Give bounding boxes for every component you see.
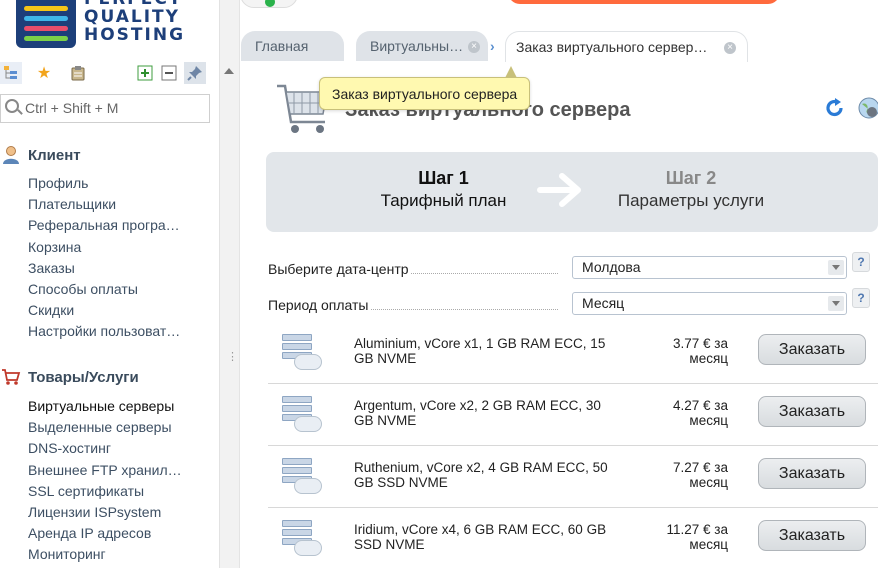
plan-row: Argentum, vCore x2, 2 GB RAM ECC, 30 GB … (268, 384, 878, 446)
status-toggle[interactable] (240, 0, 298, 8)
step-2[interactable]: Шаг 2 Параметры услуги (606, 168, 776, 211)
sidebar-item-vps[interactable]: Виртуальные серверы (28, 396, 213, 417)
plan-row: Ruthenium, vCore x2, 4 GB RAM ECC, 50 GB… (268, 446, 878, 508)
tab-home-label: Главная (255, 38, 309, 54)
sidebar-item-profile[interactable]: Профиль (28, 173, 213, 194)
order-button[interactable]: Заказать (758, 334, 866, 365)
step-2-number: Шаг 2 (665, 168, 717, 188)
search-box[interactable] (0, 94, 210, 123)
period-label: Период оплаты (268, 297, 371, 313)
period-row: Период оплаты Месяц ? (268, 288, 878, 318)
globe-icon[interactable] (857, 96, 878, 120)
sidebar-splitter[interactable]: ⋮ (220, 0, 240, 568)
sidebar-item-payment-methods[interactable]: Способы оплаты (28, 279, 213, 300)
section-goods[interactable]: Товары/Услуги (0, 367, 139, 387)
status-dot-icon (265, 0, 275, 7)
order-button[interactable]: Заказать (758, 396, 866, 427)
user-icon (0, 145, 22, 165)
tab-order-label: Заказ виртуального сервер… (516, 39, 708, 55)
close-icon[interactable]: × (468, 41, 480, 53)
sidebar: PERFECT QUALITY HOSTING ★ Клиент Профиль (0, 0, 220, 568)
section-client[interactable]: Клиент (0, 145, 81, 165)
search-input[interactable] (25, 100, 205, 116)
sidebar-toolbar: ★ (0, 62, 220, 86)
minus-icon[interactable] (158, 62, 180, 84)
company-logo[interactable]: PERFECT QUALITY HOSTING (14, 0, 214, 52)
cart-icon (0, 367, 22, 387)
plan-name: Argentum, vCore x2, 2 GB RAM ECC, 30 GB … (354, 398, 601, 428)
order-button[interactable]: Заказать (758, 458, 866, 489)
datacenter-select[interactable]: Молдова (572, 256, 847, 279)
plan-price: 7.27 € за месяц (673, 460, 728, 490)
plan-row: Aluminium, vCore x1, 1 GB RAM ECC, 15 GB… (268, 322, 878, 384)
collapse-up-icon[interactable] (224, 68, 234, 74)
close-icon[interactable]: × (724, 42, 736, 54)
chevron-right-icon: › (490, 38, 495, 54)
sidebar-item-user-settings[interactable]: Настройки пользоват… (28, 321, 213, 342)
section-goods-title: Товары/Услуги (28, 368, 139, 386)
period-value: Месяц (582, 295, 625, 311)
sidebar-item-monitoring[interactable]: Мониторинг (28, 544, 213, 565)
arrow-right-icon (536, 170, 586, 210)
order-steps: Шаг 1 Тарифный план Шаг 2 Параметры услу… (266, 152, 878, 232)
plan-name: Ruthenium, vCore x2, 4 GB RAM ECC, 50 GB… (354, 460, 608, 490)
datacenter-row: Выберите дата-центр Молдова ? (268, 252, 878, 282)
plan-name: Iridium, vCore x4, 6 GB RAM ECC, 60 GB S… (354, 522, 607, 552)
pin-icon[interactable] (184, 62, 206, 84)
help-icon[interactable]: ? (852, 288, 870, 308)
refresh-icon[interactable] (824, 97, 846, 119)
chevron-down-icon[interactable] (828, 296, 844, 311)
tab-order-vps[interactable]: Заказ виртуального сервер… × (505, 31, 748, 63)
sidebar-item-referral[interactable]: Реферальная програ… (28, 215, 213, 236)
plan-row: Iridium, vCore x4, 6 GB RAM ECC, 60 GB S… (268, 508, 878, 570)
star-icon[interactable]: ★ (33, 62, 55, 84)
step-2-label: Параметры услуги (617, 191, 765, 210)
plan-price: 4.27 € за месяц (673, 398, 728, 428)
logo-mark-icon (16, 0, 76, 48)
plus-icon[interactable] (134, 62, 156, 84)
datacenter-label: Выберите дата-центр (268, 261, 411, 277)
sidebar-item-ssl[interactable]: SSL сертификаты (28, 481, 213, 502)
sidebar-item-cart[interactable]: Корзина (28, 237, 213, 258)
plan-price: 11.27 € за месяц (666, 522, 729, 552)
goods-menu: Виртуальные серверы Выделенные серверы D… (28, 396, 213, 566)
sidebar-item-ftp[interactable]: Внешнее FTP хранил… (28, 460, 213, 481)
order-button[interactable]: Заказать (758, 520, 866, 551)
page-tooltip: Заказ виртуального сервера (319, 66, 531, 110)
tab-home[interactable]: Главная (241, 31, 344, 61)
sidebar-item-dedicated[interactable]: Выделенные серверы (28, 417, 213, 438)
tab-vps-label: Виртуальны… (370, 38, 464, 54)
period-select[interactable]: Месяц (572, 292, 847, 315)
section-client-title: Клиент (28, 146, 81, 164)
help-icon[interactable]: ? (852, 252, 870, 272)
step-1-number: Шаг 1 (418, 168, 469, 188)
client-menu: Профиль Плательщики Реферальная програ… … (28, 173, 213, 343)
server-icon (280, 456, 324, 498)
sidebar-item-orders[interactable]: Заказы (28, 258, 213, 279)
sidebar-item-discounts[interactable]: Скидки (28, 300, 213, 321)
step-1[interactable]: Шаг 1 Тарифный план (366, 168, 521, 211)
tree-icon[interactable] (0, 62, 22, 84)
logo-word-3: HOSTING (84, 25, 186, 45)
tab-vps[interactable]: Виртуальны… × (356, 31, 488, 61)
sidebar-item-dns[interactable]: DNS-хостинг (28, 438, 213, 459)
server-icon (280, 332, 324, 374)
search-icon (5, 99, 19, 113)
step-1-label: Тарифный план (380, 191, 507, 210)
server-icon (280, 394, 324, 436)
plan-price: 3.77 € за месяц (673, 336, 728, 366)
server-icon (280, 518, 324, 560)
plan-name: Aluminium, vCore x1, 1 GB RAM ECC, 15 GB… (354, 336, 606, 366)
grip-icon[interactable]: ⋮ (227, 350, 238, 363)
datacenter-value: Молдова (582, 259, 641, 275)
promo-button[interactable] (508, 0, 780, 4)
chevron-down-icon[interactable] (828, 260, 844, 275)
sidebar-item-ip[interactable]: Аренда IP адресов (28, 523, 213, 544)
logo-word-2: QUALITY (84, 7, 180, 27)
clipboard-icon[interactable] (67, 62, 89, 84)
sidebar-item-payers[interactable]: Плательщики (28, 194, 213, 215)
sidebar-item-licenses[interactable]: Лицензии ISPsystem (28, 502, 213, 523)
